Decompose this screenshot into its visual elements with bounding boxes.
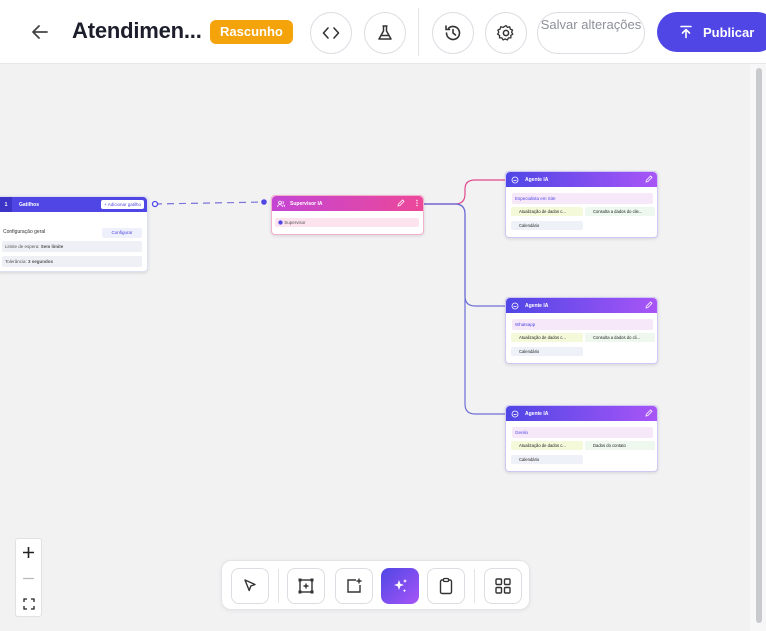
- bottom-toolbar: [221, 560, 530, 610]
- configure-button[interactable]: Configurar: [102, 228, 142, 238]
- tool-contact-data: Dados do contato: [585, 441, 655, 450]
- agent-role-pill: Whatsapp: [512, 319, 653, 330]
- edit-pencil-icon[interactable]: [645, 301, 653, 309]
- tool-update-data: Atualização de dados c...: [511, 207, 583, 216]
- tool-update-data: Atualização de dados c...: [511, 333, 583, 342]
- zoom-out-button[interactable]: [16, 565, 41, 591]
- supervisor-to-agent-2-edge: [424, 203, 505, 307]
- flask-icon: [378, 25, 392, 40]
- save-changes-button[interactable]: Salvar alterações: [537, 12, 645, 54]
- add-node-button[interactable]: [335, 568, 373, 604]
- gear-small-icon: [278, 219, 283, 225]
- ai-assistant-button[interactable]: [381, 568, 419, 604]
- fullscreen-icon: [22, 598, 35, 610]
- supervisor-node-header: Supervisor IA: [272, 196, 423, 211]
- supervisor-to-agent-3-edge: [424, 203, 505, 415]
- users-icon: [277, 200, 285, 207]
- agent-node[interactable]: Agente IA Whatsapp Atualização de dados …: [505, 297, 658, 364]
- agent-node[interactable]: Agente IA Genilo Atualização de dados c.…: [505, 405, 658, 472]
- cursor-icon: [244, 579, 256, 592]
- back-button[interactable]: [26, 18, 54, 46]
- supervisor-pill: Supervisor: [275, 218, 419, 227]
- frame-add-icon: [298, 578, 314, 594]
- tool-calendar: Calendário: [511, 221, 583, 230]
- trigger-to-supervisor-edge: [154, 201, 266, 205]
- select-tool-button[interactable]: [231, 568, 269, 604]
- agent-node[interactable]: Agente IA Especialista em Site Atualizaç…: [505, 171, 658, 238]
- edge-target-handle: [261, 199, 267, 205]
- upload-icon: [680, 25, 692, 39]
- wait-limit-row: Limite de espera: Sem limite: [2, 241, 142, 252]
- supervisor-pill-label: Supervisor: [284, 220, 306, 225]
- toolbar-divider: [474, 569, 475, 603]
- add-frame-button[interactable]: [287, 568, 325, 604]
- tolerance-value: 3 segundos: [28, 259, 54, 264]
- tolerance-label: Tolerância:: [5, 259, 27, 264]
- agent-icon: [511, 176, 519, 183]
- agent-node-header: Agente IA: [506, 172, 657, 187]
- plus-icon: [23, 546, 34, 558]
- status-badge: Rascunho: [210, 20, 293, 44]
- minus-icon: [23, 577, 34, 579]
- supervisor-node[interactable]: Supervisor IA: [271, 195, 424, 235]
- sparkles-icon: [394, 579, 407, 593]
- scrollbar-thumb[interactable]: [756, 68, 762, 623]
- clipboard-icon: [439, 577, 453, 595]
- fit-view-button[interactable]: [16, 591, 41, 617]
- supervisor-to-agent-1-edge: [424, 179, 505, 205]
- header-divider: [418, 8, 419, 56]
- tool-query-data: Consulta a dados do cli...: [585, 333, 655, 342]
- zoom-in-button[interactable]: [16, 539, 41, 565]
- test-button[interactable]: [364, 12, 406, 54]
- agent-title: Agente IA: [525, 410, 549, 417]
- agent-title: Agente IA: [525, 176, 549, 183]
- trigger-number: 1: [0, 197, 12, 212]
- add-trigger-button[interactable]: + Adicionar gatilho: [101, 200, 144, 209]
- agent-node-header: Agente IA: [506, 298, 657, 313]
- toolbar-divider: [278, 569, 279, 603]
- page-title: Atendimen...: [72, 18, 202, 43]
- tool-update-data: Atualização de dados c...: [511, 441, 583, 450]
- clipboard-button[interactable]: [427, 568, 465, 604]
- arrow-left-icon: [32, 25, 48, 39]
- gear-icon: [496, 24, 514, 41]
- tool-calendar: Calendário: [511, 347, 583, 356]
- trigger-node-header: 1 Gatilhos + Adicionar gatilho: [0, 197, 147, 212]
- config-label: Configuração geral: [3, 229, 46, 235]
- square-plus-icon: [347, 578, 362, 593]
- grid-layout-button[interactable]: [484, 568, 522, 604]
- publish-button[interactable]: Publicar: [657, 12, 766, 52]
- wait-limit-value: Sem limite: [40, 244, 64, 249]
- agent-role-pill: Genilo: [512, 427, 653, 438]
- grid-icon: [495, 578, 511, 594]
- edit-pencil-icon[interactable]: [397, 199, 405, 207]
- tool-query-data: Consulta a dados do clie...: [585, 207, 655, 216]
- tolerance-row: Tolerância: 3 segundos: [2, 256, 142, 267]
- publish-label: Publicar: [703, 24, 755, 40]
- trigger-title: Gatilhos: [19, 201, 40, 208]
- more-options-icon[interactable]: [415, 199, 419, 207]
- settings-button[interactable]: [485, 12, 527, 54]
- history-icon: [445, 25, 461, 41]
- supervisor-title: Supervisor IA: [290, 200, 323, 207]
- agent-title: Agente IA: [525, 302, 549, 309]
- edit-pencil-icon[interactable]: [645, 175, 653, 183]
- wait-limit-label: Limite de espera:: [5, 244, 40, 249]
- top-bar: Atendimen... Rascunho Salvar alterações …: [0, 0, 766, 64]
- agent-icon: [511, 410, 519, 417]
- edge-source-handle: [151, 200, 159, 208]
- agent-role-pill: Especialista em Site: [512, 193, 653, 204]
- edit-pencil-icon[interactable]: [645, 409, 653, 417]
- tool-calendar: Calendário: [511, 455, 583, 464]
- code-icon: [322, 27, 340, 39]
- zoom-controls: [15, 538, 42, 617]
- agent-icon: [511, 302, 519, 309]
- history-button[interactable]: [432, 12, 474, 54]
- code-button[interactable]: [310, 12, 352, 54]
- agent-node-header: Agente IA: [506, 406, 657, 421]
